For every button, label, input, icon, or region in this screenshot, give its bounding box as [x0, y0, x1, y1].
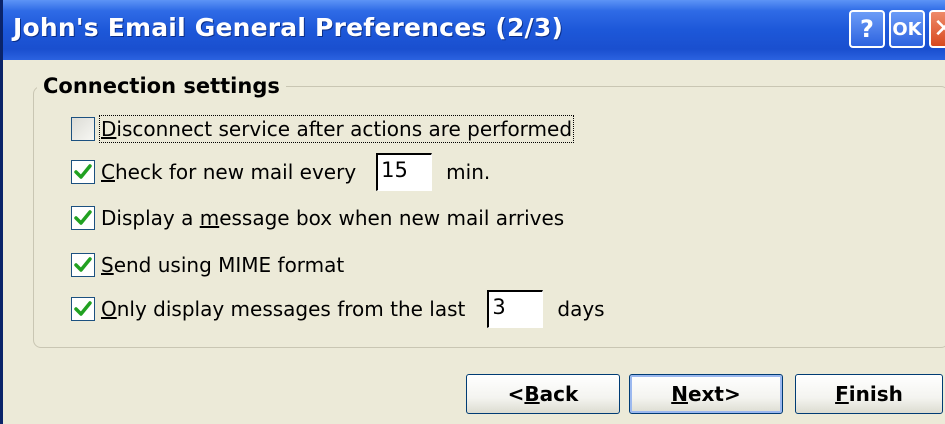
- accelerator-b: B: [524, 382, 540, 406]
- display-last-days-label[interactable]: Only display messages from the last: [101, 297, 465, 321]
- option-row-display-days: Only display messages from the last 3 da…: [71, 290, 605, 328]
- option-row-mime: Send using MIME format: [71, 248, 344, 282]
- ok-icon: OK: [892, 18, 922, 40]
- close-icon: ✕: [933, 14, 945, 44]
- window-title: John's Email General Preferences (2/3): [13, 13, 564, 42]
- minutes-suffix: min.: [446, 160, 491, 184]
- accelerator-o: O: [101, 297, 117, 321]
- help-button[interactable]: ?: [849, 10, 885, 48]
- message-box-checkbox[interactable]: [71, 206, 95, 230]
- group-legend: Connection settings: [37, 74, 286, 98]
- finish-button[interactable]: Finish: [795, 374, 943, 414]
- close-button[interactable]: ✕: [929, 10, 945, 48]
- help-icon: ?: [860, 15, 874, 43]
- checkmark-icon: [74, 257, 92, 272]
- mime-format-label[interactable]: Send using MIME format: [101, 253, 344, 277]
- title-bar[interactable]: John's Email General Preferences (2/3) ?…: [3, 0, 945, 60]
- option-row-check-mail: Check for new mail every 15 min.: [71, 153, 491, 191]
- accelerator-s: S: [101, 253, 114, 277]
- check-new-mail-label[interactable]: Check for new mail every: [101, 160, 356, 184]
- checkmark-icon: [74, 164, 92, 179]
- accelerator-f: F: [835, 382, 849, 406]
- option-row-disconnect: Disconnect service after actions are per…: [71, 112, 575, 146]
- accelerator-m: m: [199, 206, 220, 230]
- option-row-message-box: Display a message box when new mail arri…: [71, 201, 564, 235]
- days-suffix: days: [557, 297, 605, 321]
- accelerator-d: D: [101, 117, 117, 141]
- checkmark-icon: [74, 210, 92, 225]
- preferences-dialog: John's Email General Preferences (2/3) ?…: [0, 0, 945, 424]
- message-box-label[interactable]: Display a message box when new mail arri…: [101, 206, 564, 230]
- accelerator-n: N: [671, 382, 688, 406]
- next-button[interactable]: Next>: [629, 374, 783, 414]
- check-interval-input[interactable]: 15: [376, 153, 433, 191]
- mime-format-checkbox[interactable]: [71, 253, 95, 277]
- ok-button[interactable]: OK: [889, 10, 925, 48]
- display-last-days-checkbox[interactable]: [71, 297, 95, 321]
- accelerator-c: C: [101, 160, 115, 184]
- checkmark-icon: [74, 301, 92, 316]
- back-button[interactable]: < Back: [466, 374, 620, 414]
- check-new-mail-checkbox[interactable]: [71, 160, 95, 184]
- disconnect-service-checkbox[interactable]: [71, 117, 95, 141]
- disconnect-service-label[interactable]: Disconnect service after actions are per…: [98, 115, 575, 143]
- days-input[interactable]: 3: [487, 290, 544, 328]
